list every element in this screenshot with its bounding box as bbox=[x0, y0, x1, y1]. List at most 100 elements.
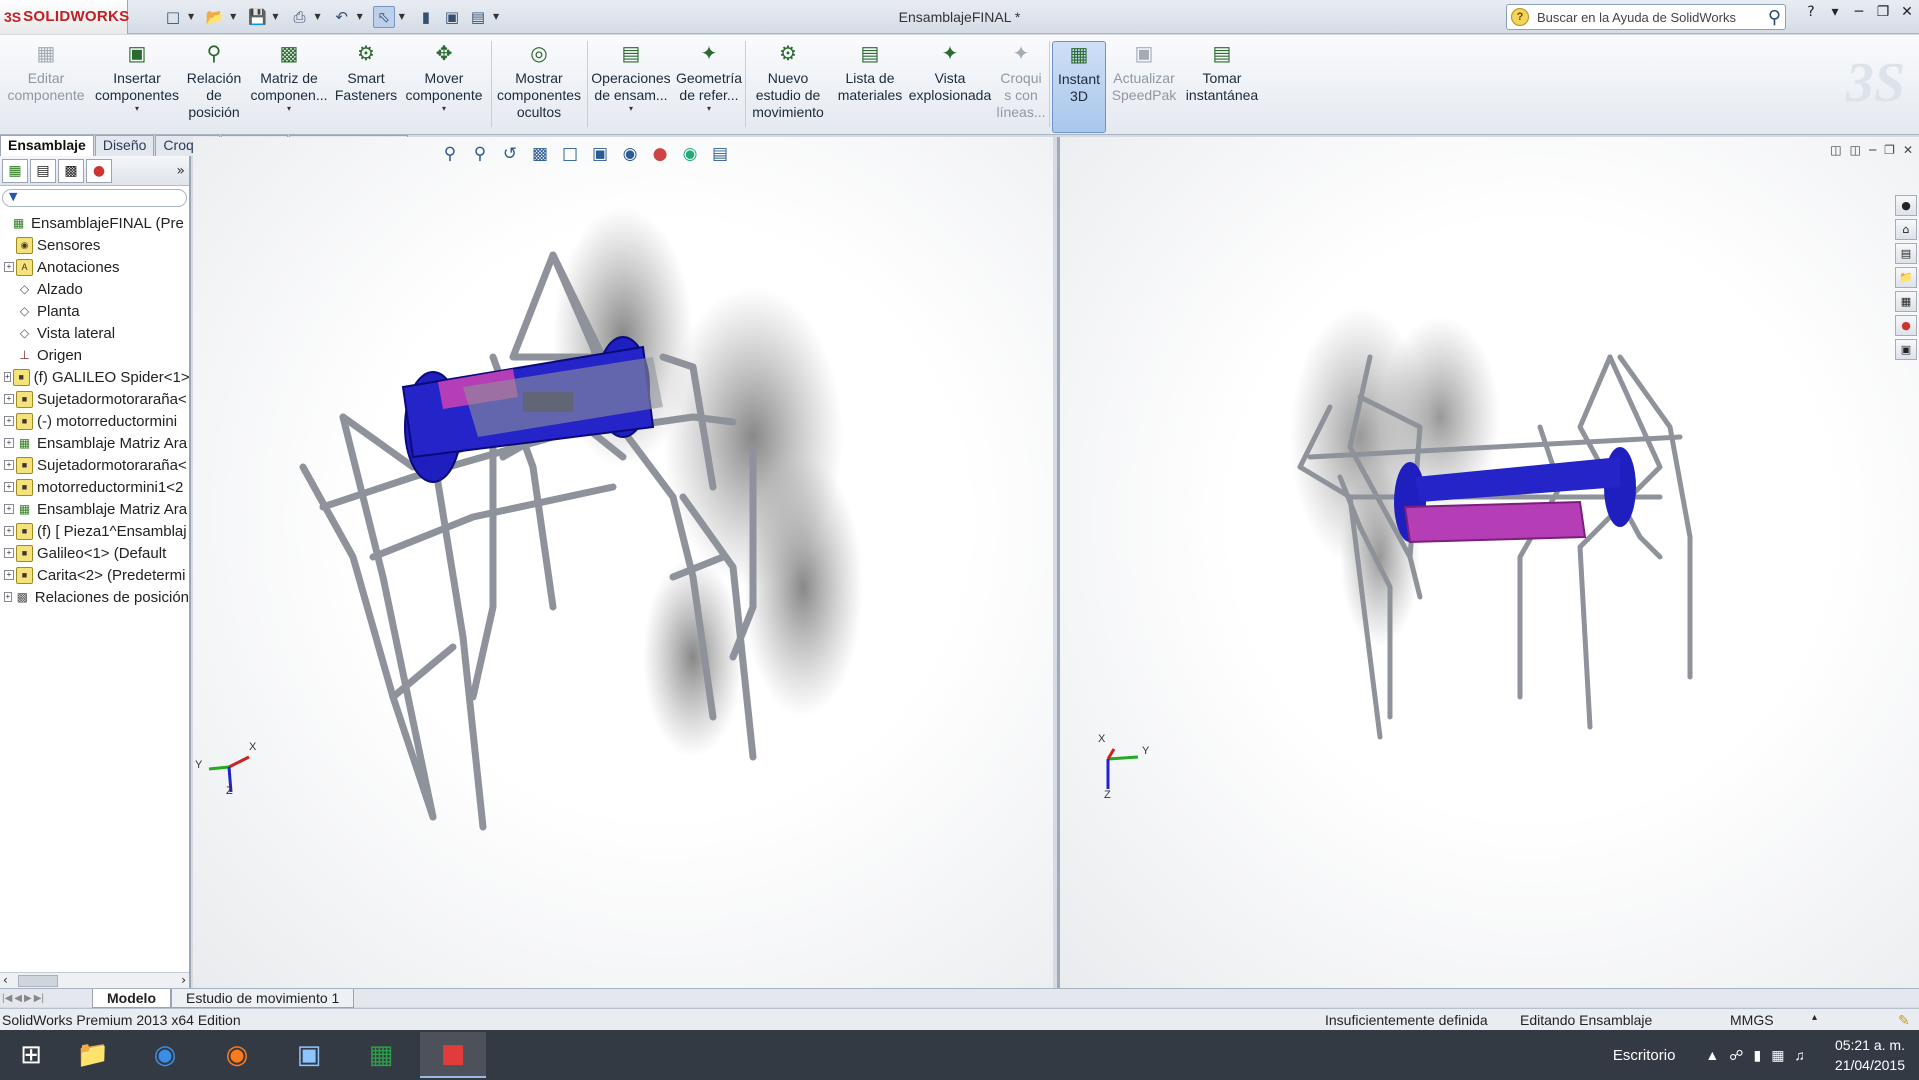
more-tabs-icon[interactable]: » bbox=[176, 163, 185, 179]
tab-diseño[interactable]: Diseño bbox=[94, 135, 155, 156]
show-hidden-icons-icon[interactable]: ▲ bbox=[1705, 1047, 1719, 1063]
windows-start-icon[interactable]: ⊞ bbox=[8, 1032, 54, 1078]
expand-icon[interactable]: + bbox=[4, 416, 14, 426]
tree-item[interactable]: + ■ (f) GALILEO Spider<1> bbox=[0, 366, 189, 388]
graphics-viewport-left[interactable]: ⚲ ⚲ ↺ ▩ □ ▣ ◉ ● ◉ ▤ X Y Z bbox=[193, 137, 1053, 988]
expand-icon[interactable]: + bbox=[4, 372, 11, 382]
ribbon-actualizar-button[interactable]: ▣ Actualizar SpeedPak bbox=[1110, 41, 1178, 133]
tree-item[interactable]: ◇ Planta bbox=[0, 300, 189, 322]
tree-item[interactable]: + A Anotaciones bbox=[0, 256, 189, 278]
print-dropdown[interactable]: ▼ bbox=[314, 12, 320, 21]
ribbon-mover-button[interactable]: ✥ Mover componente ▾ bbox=[400, 41, 488, 133]
help-search-input[interactable]: Buscar en la Ayuda de SolidWorks bbox=[1537, 10, 1736, 25]
tree-item[interactable]: ◇ Alzado bbox=[0, 278, 189, 300]
file-properties-icon[interactable]: ▣ bbox=[441, 6, 463, 28]
ribbon-relacion-button[interactable]: ⚲ Relación de posición bbox=[186, 41, 242, 133]
tree-item[interactable]: ⊥ Origen bbox=[0, 344, 189, 366]
last-tab-icon[interactable]: ▶| bbox=[34, 993, 44, 1004]
select-arrow-icon[interactable]: ⬁ bbox=[372, 5, 395, 28]
solidworks-resources-icon[interactable]: ● bbox=[1895, 195, 1917, 216]
geometria-dropdown-icon[interactable]: ▾ bbox=[707, 104, 711, 114]
view-palette-icon[interactable]: ▦ bbox=[1895, 291, 1917, 312]
network-error-icon[interactable]: ☍ bbox=[1729, 1047, 1743, 1064]
design-library-icon[interactable]: ▤ bbox=[1895, 243, 1917, 264]
internet-explorer-icon[interactable]: ◉ bbox=[132, 1032, 198, 1078]
restore-icon[interactable]: ❐ bbox=[1875, 4, 1891, 20]
ribbon-editar-button[interactable]: ▦ Editar componente bbox=[4, 41, 88, 133]
tree-item[interactable]: ▦ EnsamblajeFINAL (Pre bbox=[0, 212, 189, 234]
display-manager-tab-icon[interactable]: ● bbox=[86, 158, 112, 183]
save-icon[interactable]: 💾 bbox=[246, 6, 268, 28]
excel-icon[interactable]: ▦ bbox=[348, 1032, 414, 1078]
help-search-box[interactable]: ? Buscar en la Ayuda de SolidWorks ⚲ bbox=[1506, 4, 1786, 30]
tree-item[interactable]: + ■ Sujetadormotoraraña< bbox=[0, 454, 189, 476]
ribbon-operaciones-button[interactable]: ▤ Operaciones de ensam... ▾ bbox=[590, 41, 672, 133]
photo-viewer-icon[interactable]: ▣ bbox=[276, 1032, 342, 1078]
tree-item[interactable]: ◇ Vista lateral bbox=[0, 322, 189, 344]
operaciones-dropdown-icon[interactable]: ▾ bbox=[629, 104, 633, 114]
ribbon-croquis-button[interactable]: ✦ Croqui s con líneas... bbox=[996, 41, 1046, 133]
undo-icon[interactable]: ↶ bbox=[331, 6, 353, 28]
next-tab-icon[interactable]: ▶ bbox=[24, 993, 32, 1004]
tree-item[interactable]: + ■ motorreductormini1<2 bbox=[0, 476, 189, 498]
custom-properties-icon[interactable]: ▣ bbox=[1895, 339, 1917, 360]
scroll-thumb[interactable] bbox=[18, 975, 58, 987]
battery-icon[interactable]: ▮ bbox=[1753, 1047, 1761, 1064]
ribbon-geometria-button[interactable]: ✦ Geometría de refer... ▾ bbox=[676, 41, 742, 133]
ribbon-smart-button[interactable]: ⚙ Smart Fasteners bbox=[334, 41, 398, 133]
volume-icon[interactable]: ♫ bbox=[1794, 1047, 1805, 1063]
tree-item[interactable]: + ▦ Ensamblaje Matriz Ara bbox=[0, 432, 189, 454]
input-device-icon[interactable]: ▦ bbox=[1771, 1047, 1784, 1064]
units-dropdown-icon[interactable]: ▴ bbox=[1812, 1012, 1817, 1023]
expand-icon[interactable]: + bbox=[4, 482, 14, 492]
search-icon[interactable]: ⚲ bbox=[1768, 7, 1781, 28]
solidworks-logo[interactable]: 3S SOLIDWORKS bbox=[0, 0, 129, 34]
tab-motion-study[interactable]: Estudio de movimiento 1 bbox=[171, 988, 355, 1008]
clock[interactable]: 05:21 a. m. 21/04/2015 bbox=[1835, 1035, 1905, 1075]
expand-icon[interactable]: + bbox=[4, 570, 14, 580]
tree-item[interactable]: + ▦ Ensamblaje Matriz Ara bbox=[0, 498, 189, 520]
rebuild-icon[interactable]: ▮ bbox=[415, 6, 437, 28]
open-folder-icon[interactable]: 📂 bbox=[204, 6, 226, 28]
tree-item[interactable]: ◉ Sensores bbox=[0, 234, 189, 256]
prev-tab-icon[interactable]: ◀ bbox=[14, 993, 22, 1004]
file-explorer-icon[interactable]: 📁 bbox=[1895, 267, 1917, 288]
expand-icon[interactable]: + bbox=[4, 548, 14, 558]
new-document-icon[interactable]: □ bbox=[162, 6, 184, 28]
tree-item[interactable]: + ■ (-) motorreductormini bbox=[0, 410, 189, 432]
graphics-viewport-right[interactable]: ◫ ◫ ─ ❐ ✕ X Y Z bbox=[1057, 137, 1919, 988]
mover-dropdown-icon[interactable]: ▾ bbox=[442, 104, 446, 114]
tree-horizontal-scrollbar[interactable]: ‹ › bbox=[0, 972, 189, 988]
save-dropdown[interactable]: ▼ bbox=[272, 12, 278, 21]
viewport-close-icon[interactable]: ✕ bbox=[1903, 143, 1913, 157]
tree-item[interactable]: + ■ Galileo<1> (Default bbox=[0, 542, 189, 564]
options-dropdown[interactable]: ▼ bbox=[493, 12, 499, 21]
scroll-right-icon[interactable]: › bbox=[181, 973, 186, 987]
solidworks-taskbar-icon[interactable]: ■ bbox=[420, 1032, 486, 1078]
expand-icon[interactable]: + bbox=[4, 438, 14, 448]
ribbon-matriz-button[interactable]: ▩ Matriz de componen... ▾ bbox=[248, 41, 330, 133]
tree-filter-input[interactable]: ▼ bbox=[2, 189, 187, 207]
close-icon[interactable]: ✕ bbox=[1899, 4, 1915, 20]
tree-item[interactable]: + ■ Carita<2> (Predetermi bbox=[0, 564, 189, 586]
file-explorer-taskbar-icon[interactable]: 📁 bbox=[60, 1032, 126, 1078]
ribbon-tomar-button[interactable]: ▤ Tomar instantánea bbox=[1182, 41, 1262, 133]
expand-icon[interactable]: + bbox=[4, 526, 14, 536]
undo-dropdown[interactable]: ▼ bbox=[357, 12, 363, 21]
configuration-manager-tab-icon[interactable]: ▩ bbox=[58, 158, 84, 183]
tab-ensamblaje[interactable]: Ensamblaje bbox=[0, 135, 94, 156]
tree-item[interactable]: + ▩ Relaciones de posición bbox=[0, 586, 189, 608]
matriz-dropdown-icon[interactable]: ▾ bbox=[287, 104, 291, 114]
scroll-left-icon[interactable]: ‹ bbox=[3, 973, 8, 987]
property-manager-tab-icon[interactable]: ▤ bbox=[30, 158, 56, 183]
appearances-icon[interactable]: ● bbox=[1895, 315, 1917, 336]
expand-icon[interactable]: + bbox=[4, 592, 12, 602]
select-dropdown[interactable]: ▼ bbox=[399, 12, 405, 21]
tree-item[interactable]: + ■ Sujetadormotoraraña< bbox=[0, 388, 189, 410]
expand-icon[interactable]: + bbox=[4, 262, 14, 272]
ribbon-insertar-button[interactable]: ▣ Insertar componentes ▾ bbox=[92, 41, 182, 133]
open-dropdown[interactable]: ▼ bbox=[230, 12, 236, 21]
first-tab-icon[interactable]: |◀ bbox=[2, 993, 12, 1004]
units-selector[interactable]: MMGS bbox=[1730, 1012, 1774, 1028]
ribbon-lista-button[interactable]: ▤ Lista de materiales bbox=[836, 41, 904, 133]
